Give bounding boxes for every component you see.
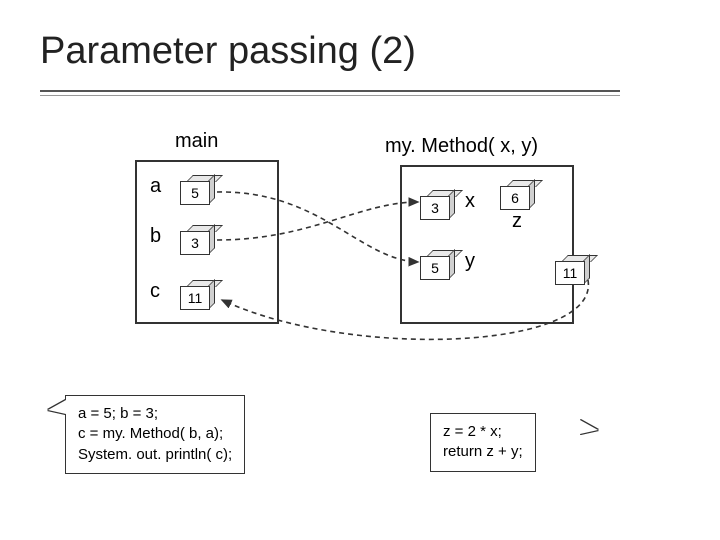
var-a-label: a bbox=[150, 175, 161, 198]
var-b-value: 3 bbox=[180, 231, 210, 255]
var-z-label: z bbox=[512, 210, 522, 233]
callout-left: a = 5; b = 3; c = my. Method( b, a); Sys… bbox=[65, 395, 245, 474]
var-c-label: c bbox=[150, 280, 160, 303]
callout-right: z = 2 * x; return z + y; bbox=[430, 413, 536, 472]
title-underline bbox=[40, 90, 620, 92]
return-value: 11 bbox=[555, 261, 585, 285]
var-b-label: b bbox=[150, 225, 161, 248]
var-y-value: 5 bbox=[420, 256, 450, 280]
var-y-label: y bbox=[465, 250, 475, 273]
var-c-box: 11 bbox=[180, 280, 214, 308]
callout-right-tail bbox=[580, 420, 598, 434]
var-z-box: 6 bbox=[500, 180, 534, 208]
return-box: 11 bbox=[555, 255, 589, 283]
var-x-value: 3 bbox=[420, 196, 450, 220]
title-underline-light bbox=[40, 95, 620, 96]
var-a-value: 5 bbox=[180, 181, 210, 205]
method-heading: my. Method( x, y) bbox=[385, 135, 538, 158]
var-x-box: 3 bbox=[420, 190, 454, 218]
var-a-box: 5 bbox=[180, 175, 214, 203]
slide-title: Parameter passing (2) bbox=[40, 30, 416, 73]
var-z-value: 6 bbox=[500, 186, 530, 210]
callout-left-tail bbox=[48, 400, 66, 414]
method-frame bbox=[400, 165, 574, 324]
var-c-value: 11 bbox=[180, 286, 210, 310]
var-b-box: 3 bbox=[180, 225, 214, 253]
main-heading: main bbox=[175, 130, 218, 153]
var-x-label: x bbox=[465, 190, 475, 213]
var-y-box: 5 bbox=[420, 250, 454, 278]
